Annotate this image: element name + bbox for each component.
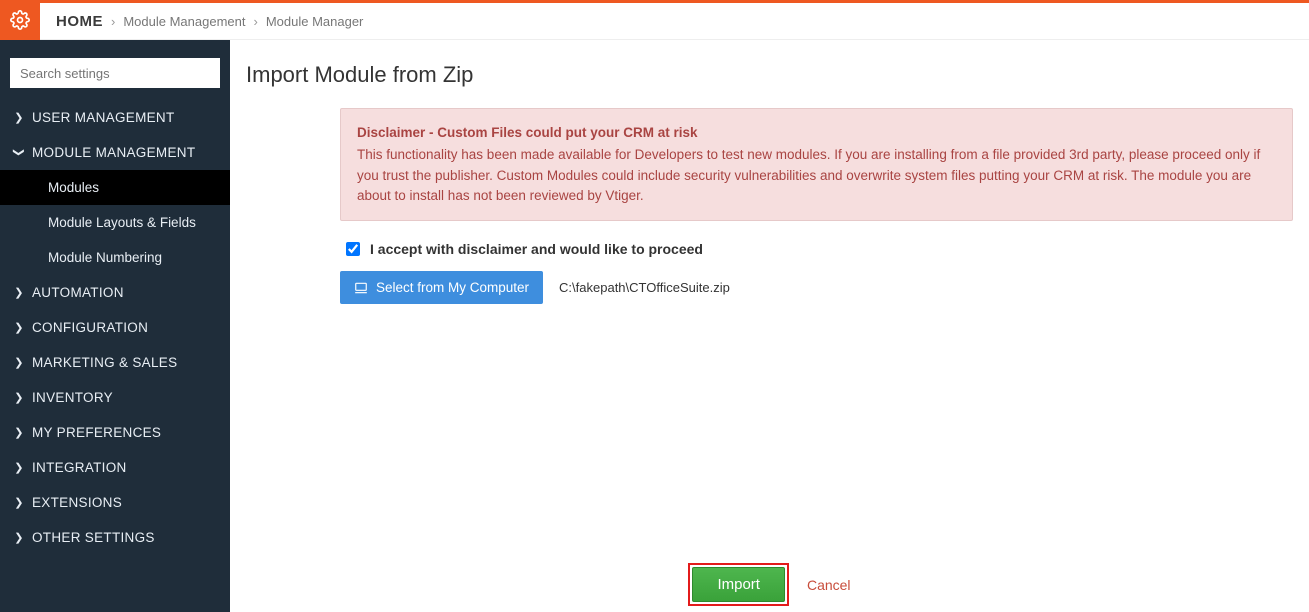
sidebar-cat-inventory[interactable]: ❯ INVENTORY bbox=[0, 380, 230, 415]
page-title: Import Module from Zip bbox=[230, 40, 1309, 108]
sidebar-label: INVENTORY bbox=[32, 390, 113, 405]
sidebar-label: INTEGRATION bbox=[32, 460, 127, 475]
sidebar-label: MODULE MANAGEMENT bbox=[32, 145, 195, 160]
accept-label: I accept with disclaimer and would like … bbox=[370, 241, 703, 257]
sidebar-subitems: Modules Module Layouts & Fields Module N… bbox=[0, 170, 230, 275]
laptop-icon bbox=[354, 281, 368, 295]
breadcrumb-seg2: Module Manager bbox=[266, 14, 364, 29]
sidebar-item-modules[interactable]: Modules bbox=[0, 170, 230, 205]
chevron-down-icon: ❯ bbox=[13, 148, 26, 158]
chevron-right-icon: ❯ bbox=[14, 111, 24, 124]
sidebar-cat-configuration[interactable]: ❯ CONFIGURATION bbox=[0, 310, 230, 345]
select-file-label: Select from My Computer bbox=[376, 280, 529, 295]
sidebar-label: EXTENSIONS bbox=[32, 495, 122, 510]
sidebar-cat-preferences[interactable]: ❯ MY PREFERENCES bbox=[0, 415, 230, 450]
disclaimer-body: This functionality has been made availab… bbox=[357, 147, 1260, 203]
selected-file-path: C:\fakepath\CTOfficeSuite.zip bbox=[559, 280, 730, 295]
breadcrumb: HOME › Module Management › Module Manage… bbox=[40, 3, 1309, 40]
header-accent bbox=[40, 0, 1309, 3]
chevron-right-icon: ❯ bbox=[14, 461, 24, 474]
sidebar-cat-other-settings[interactable]: ❯ OTHER SETTINGS bbox=[0, 520, 230, 555]
chevron-right-icon: ❯ bbox=[14, 496, 24, 509]
gear-icon bbox=[10, 10, 30, 30]
main-panel: Import Module from Zip Disclaimer - Cust… bbox=[230, 40, 1309, 612]
import-highlight: Import bbox=[688, 563, 789, 606]
sidebar-label: USER MANAGEMENT bbox=[32, 110, 175, 125]
settings-gear-button[interactable] bbox=[0, 0, 40, 40]
chevron-right-icon: ❯ bbox=[14, 426, 24, 439]
cancel-link[interactable]: Cancel bbox=[807, 577, 851, 593]
sidebar-label: MY PREFERENCES bbox=[32, 425, 161, 440]
breadcrumb-home[interactable]: HOME bbox=[56, 13, 103, 30]
chevron-right-icon: › bbox=[253, 14, 257, 29]
settings-sidebar: ❯ USER MANAGEMENT ❯ MODULE MANAGEMENT do… bbox=[0, 40, 230, 612]
sidebar-label: OTHER SETTINGS bbox=[32, 530, 155, 545]
sidebar-label: MARKETING & SALES bbox=[32, 355, 177, 370]
sidebar-item-module-layouts[interactable]: Module Layouts & Fields bbox=[0, 205, 230, 240]
chevron-right-icon: ❯ bbox=[14, 286, 24, 299]
sidebar-label: CONFIGURATION bbox=[32, 320, 148, 335]
sidebar-cat-integration[interactable]: ❯ INTEGRATION bbox=[0, 450, 230, 485]
accept-checkbox[interactable] bbox=[346, 242, 360, 256]
sidebar-item-module-numbering[interactable]: Module Numbering bbox=[0, 240, 230, 275]
chevron-right-icon: ❯ bbox=[14, 321, 24, 334]
import-button[interactable]: Import bbox=[692, 567, 785, 602]
sidebar-cat-module-management[interactable]: ❯ MODULE MANAGEMENT bbox=[0, 135, 230, 170]
chevron-right-icon: ❯ bbox=[14, 391, 24, 404]
disclaimer-box: Disclaimer - Custom Files could put your… bbox=[340, 108, 1293, 221]
sidebar-label: AUTOMATION bbox=[32, 285, 124, 300]
chevron-right-icon: ❯ bbox=[14, 356, 24, 369]
action-bar: Import Cancel bbox=[230, 557, 1309, 612]
disclaimer-title: Disclaimer - Custom Files could put your… bbox=[357, 123, 1276, 143]
breadcrumb-seg1[interactable]: Module Management bbox=[123, 14, 245, 29]
sidebar-cat-user-management[interactable]: ❯ USER MANAGEMENT bbox=[0, 100, 230, 135]
sidebar-cat-marketing[interactable]: ❯ MARKETING & SALES bbox=[0, 345, 230, 380]
sidebar-cat-automation[interactable]: ❯ AUTOMATION bbox=[0, 275, 230, 310]
select-file-button[interactable]: Select from My Computer bbox=[340, 271, 543, 304]
chevron-right-icon: ❯ bbox=[14, 531, 24, 544]
sidebar-cat-extensions[interactable]: ❯ EXTENSIONS bbox=[0, 485, 230, 520]
search-input[interactable] bbox=[10, 58, 220, 88]
chevron-right-icon: › bbox=[111, 14, 115, 29]
